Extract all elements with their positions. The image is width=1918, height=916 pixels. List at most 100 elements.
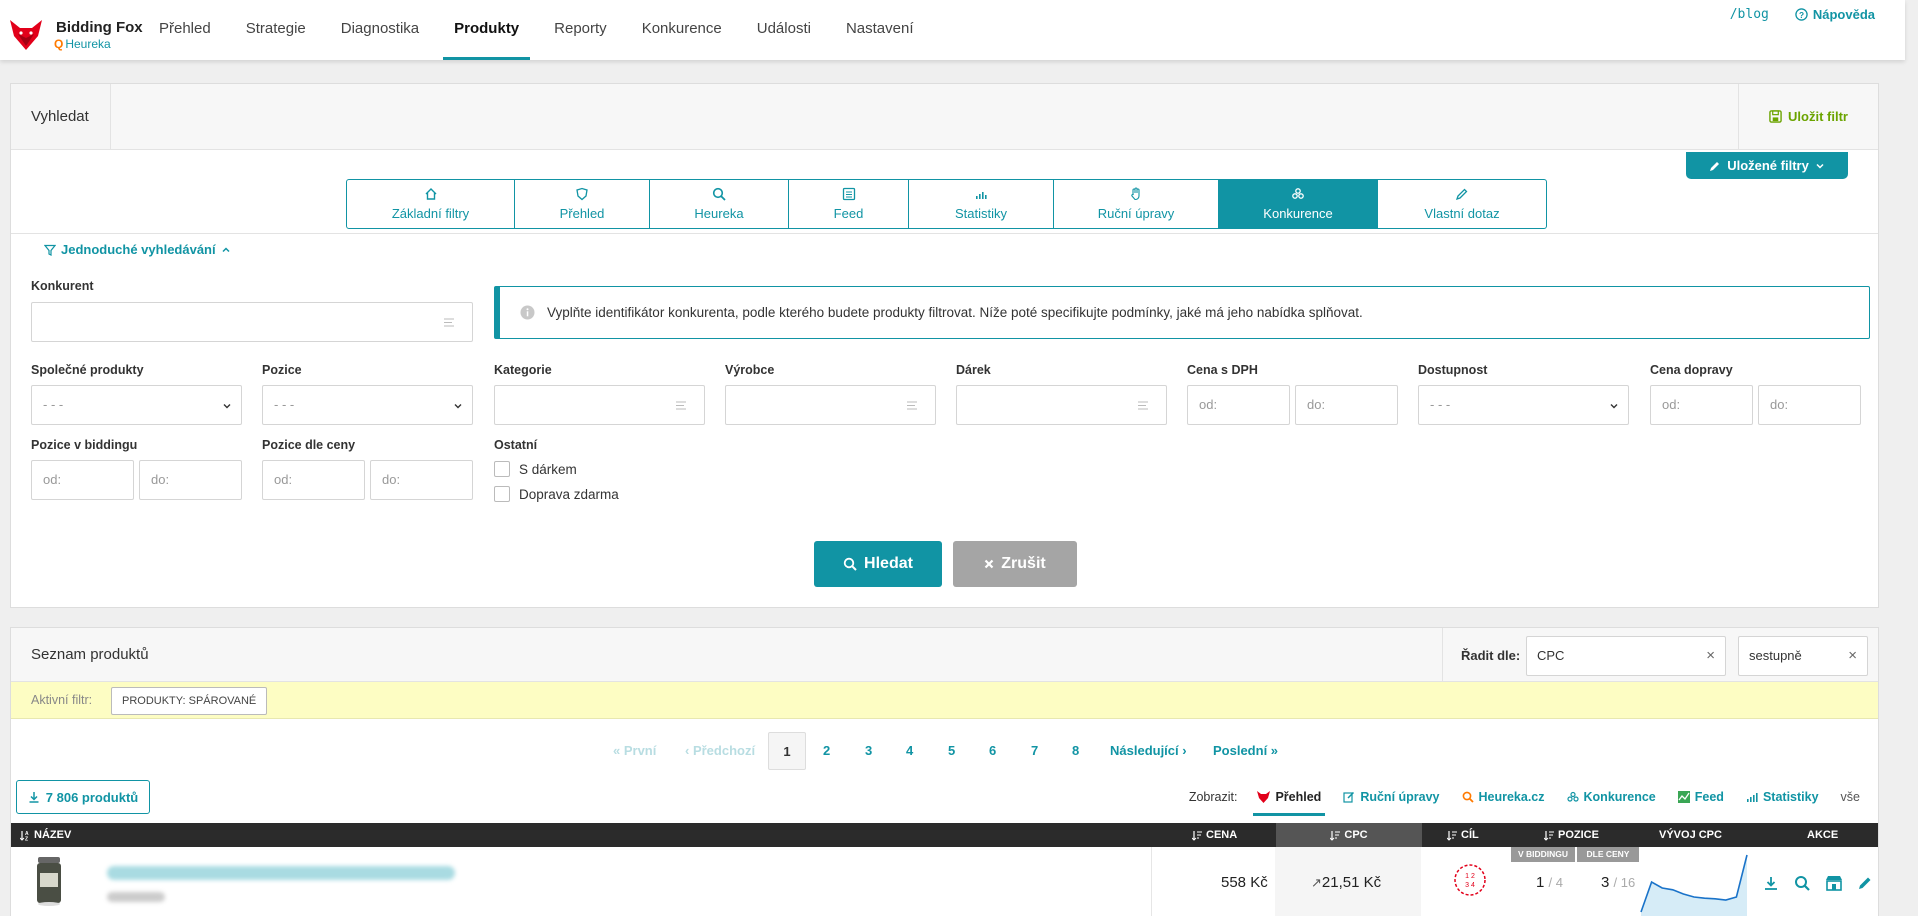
column-divider [1151,847,1152,916]
cancel-button[interactable]: Zrušit [953,541,1077,587]
view-switcher: Zobrazit: Přehled Ruční úpravy Heureka.c… [1189,786,1860,816]
position-price-to[interactable]: do: [370,460,473,500]
view-rucni-upravy[interactable]: Ruční úpravy [1343,786,1440,808]
position-bidding-to[interactable]: do: [139,460,242,500]
shipping-from[interactable]: od: [1650,385,1753,425]
view-feed[interactable]: Feed [1677,786,1724,808]
gift-input[interactable] [956,385,1167,425]
category-input[interactable] [494,385,705,425]
pager-page-8[interactable]: 8 [1072,732,1079,770]
tab-vlastni-dotaz[interactable]: Vlastní dotaz [1378,180,1546,228]
maker-input[interactable] [725,385,936,425]
blog-link[interactable]: /blog [1730,7,1769,22]
pager-page-6[interactable]: 6 [989,732,996,770]
tab-rucni-upravy[interactable]: Ruční úpravy [1054,180,1219,228]
price-vat-from[interactable]: od: [1187,385,1290,425]
shipping-to[interactable]: do: [1758,385,1861,425]
product-name[interactable] [107,866,455,880]
view-prehled[interactable]: Přehled [1253,786,1326,816]
tab-statistiky[interactable]: Statistiky [909,180,1054,228]
pager-page-1[interactable]: 1 [768,732,806,770]
tab-prehled[interactable]: Přehled [515,180,650,228]
common-products-select[interactable]: - - - [31,385,242,425]
edit-pencil-icon[interactable] [1857,875,1873,891]
tab-heureka[interactable]: Heureka [650,180,789,228]
gift-checkbox[interactable] [494,461,510,477]
nav-produkty[interactable]: Produkty [443,0,531,60]
pager-page-7[interactable]: 7 [1031,732,1038,770]
chevron-up-icon [222,246,230,252]
price-vat-label: Cena s DPH [1187,363,1258,377]
app-logo[interactable]: Bidding Fox Q Heureka [8,14,148,54]
pager-page-3[interactable]: 3 [865,732,872,770]
free-shipping-checkbox-row[interactable]: Doprava zdarma [494,486,619,502]
download-icon[interactable] [1763,875,1779,891]
tab-konkurence[interactable]: Konkurence [1219,180,1378,228]
sort-icon [1192,830,1202,841]
sort-direction-select[interactable]: sestupně × [1738,636,1868,676]
column-price[interactable]: CENA [1192,823,1237,847]
availability-select[interactable]: - - - [1418,385,1629,425]
column-target[interactable]: CÍL [1447,823,1479,847]
position-price-from[interactable]: od: [262,460,365,500]
product-count-export-button[interactable]: 7 806 produktů [16,780,150,814]
group-icon [1292,188,1304,199]
tab-zakladni-filtry[interactable]: Základní filtry [347,180,515,228]
nav-prehled[interactable]: Přehled [148,0,222,60]
pager-page-2[interactable]: 2 [823,732,830,770]
view-heureka[interactable]: Heureka.cz [1462,786,1545,808]
view-konkurence[interactable]: Konkurence [1566,786,1656,808]
help-link[interactable]: ? Nápověda [1795,7,1875,22]
column-cpc-trend: VÝVOJ CPC [1659,829,1722,841]
save-filter-button[interactable]: Uložit filtr [1738,84,1878,149]
column-name[interactable]: AZ NÁZEV [20,823,71,847]
nav-strategie[interactable]: Strategie [235,0,317,60]
shipping-price-label: Cena dopravy [1650,363,1733,377]
gift-checkbox-row[interactable]: S dárkem [494,461,577,477]
position-price-label: Pozice dle ceny [262,438,356,452]
tab-feed[interactable]: Feed [789,180,909,228]
filter-icon [44,244,56,256]
cpc-trend-sparkline[interactable] [1639,853,1749,916]
shop-icon[interactable] [1825,875,1843,891]
view-all[interactable]: vše [1841,786,1860,808]
view-statistiky[interactable]: Statistiky [1746,786,1819,808]
product-thumbnail [37,857,61,906]
pager-next[interactable]: Následující › [1110,732,1187,770]
price-vat-to[interactable]: do: [1295,385,1398,425]
svg-text:3 4: 3 4 [1465,882,1475,889]
fox-icon [1257,791,1271,803]
search-panel-header: Vyhledat Uložit filtr [11,84,1878,150]
sort-by-select[interactable]: CPC × [1526,636,1726,676]
competitor-input[interactable] [31,302,473,342]
nav-nastaveni[interactable]: Nastavení [835,0,925,60]
info-box: Vyplňte identifikátor konkurenta, podle … [494,286,1870,339]
sort-icon [1544,830,1554,841]
target-badge[interactable]: 1 2 3 4 [1453,863,1487,897]
nav-diagnostika[interactable]: Diagnostika [330,0,430,60]
nav-reporty[interactable]: Reporty [543,0,618,60]
column-position[interactable]: POZICE [1544,823,1599,847]
active-filter-tag[interactable]: PRODUKTY: SPÁROVANÉ [111,687,268,715]
edit-icon [1343,791,1355,803]
product-list-panel: Seznam produktů Řadit dle: CPC × sestupně… [10,627,1879,916]
chevron-down-icon [1816,163,1824,169]
position-select[interactable]: - - - [262,385,473,425]
pager-page-4[interactable]: 4 [906,732,913,770]
heureka-search-icon[interactable] [1794,875,1810,891]
simple-search-toggle[interactable]: Jednoduché vyhledávání [44,242,231,257]
column-cpc[interactable]: CPC [1276,823,1422,847]
pager-page-5[interactable]: 5 [948,732,955,770]
pager-last[interactable]: Poslední » [1213,732,1278,770]
nav-udalosti[interactable]: Události [746,0,822,60]
gift-checkbox-label: S dárkem [519,461,577,477]
saved-filters-dropdown[interactable]: Uložené filtry [1686,152,1848,179]
nav-konkurence[interactable]: Konkurence [631,0,733,60]
clear-icon[interactable]: × [1706,637,1715,675]
position-bidding-from[interactable]: od: [31,460,134,500]
search-button[interactable]: Hledat [814,541,942,587]
chevron-down-icon [454,404,462,409]
table-row[interactable]: 558 Kč ↗21,51 Kč 1 2 3 4 1 / 4 3 / 16 [11,847,1878,916]
free-shipping-checkbox[interactable] [494,486,510,502]
clear-icon[interactable]: × [1848,637,1857,675]
